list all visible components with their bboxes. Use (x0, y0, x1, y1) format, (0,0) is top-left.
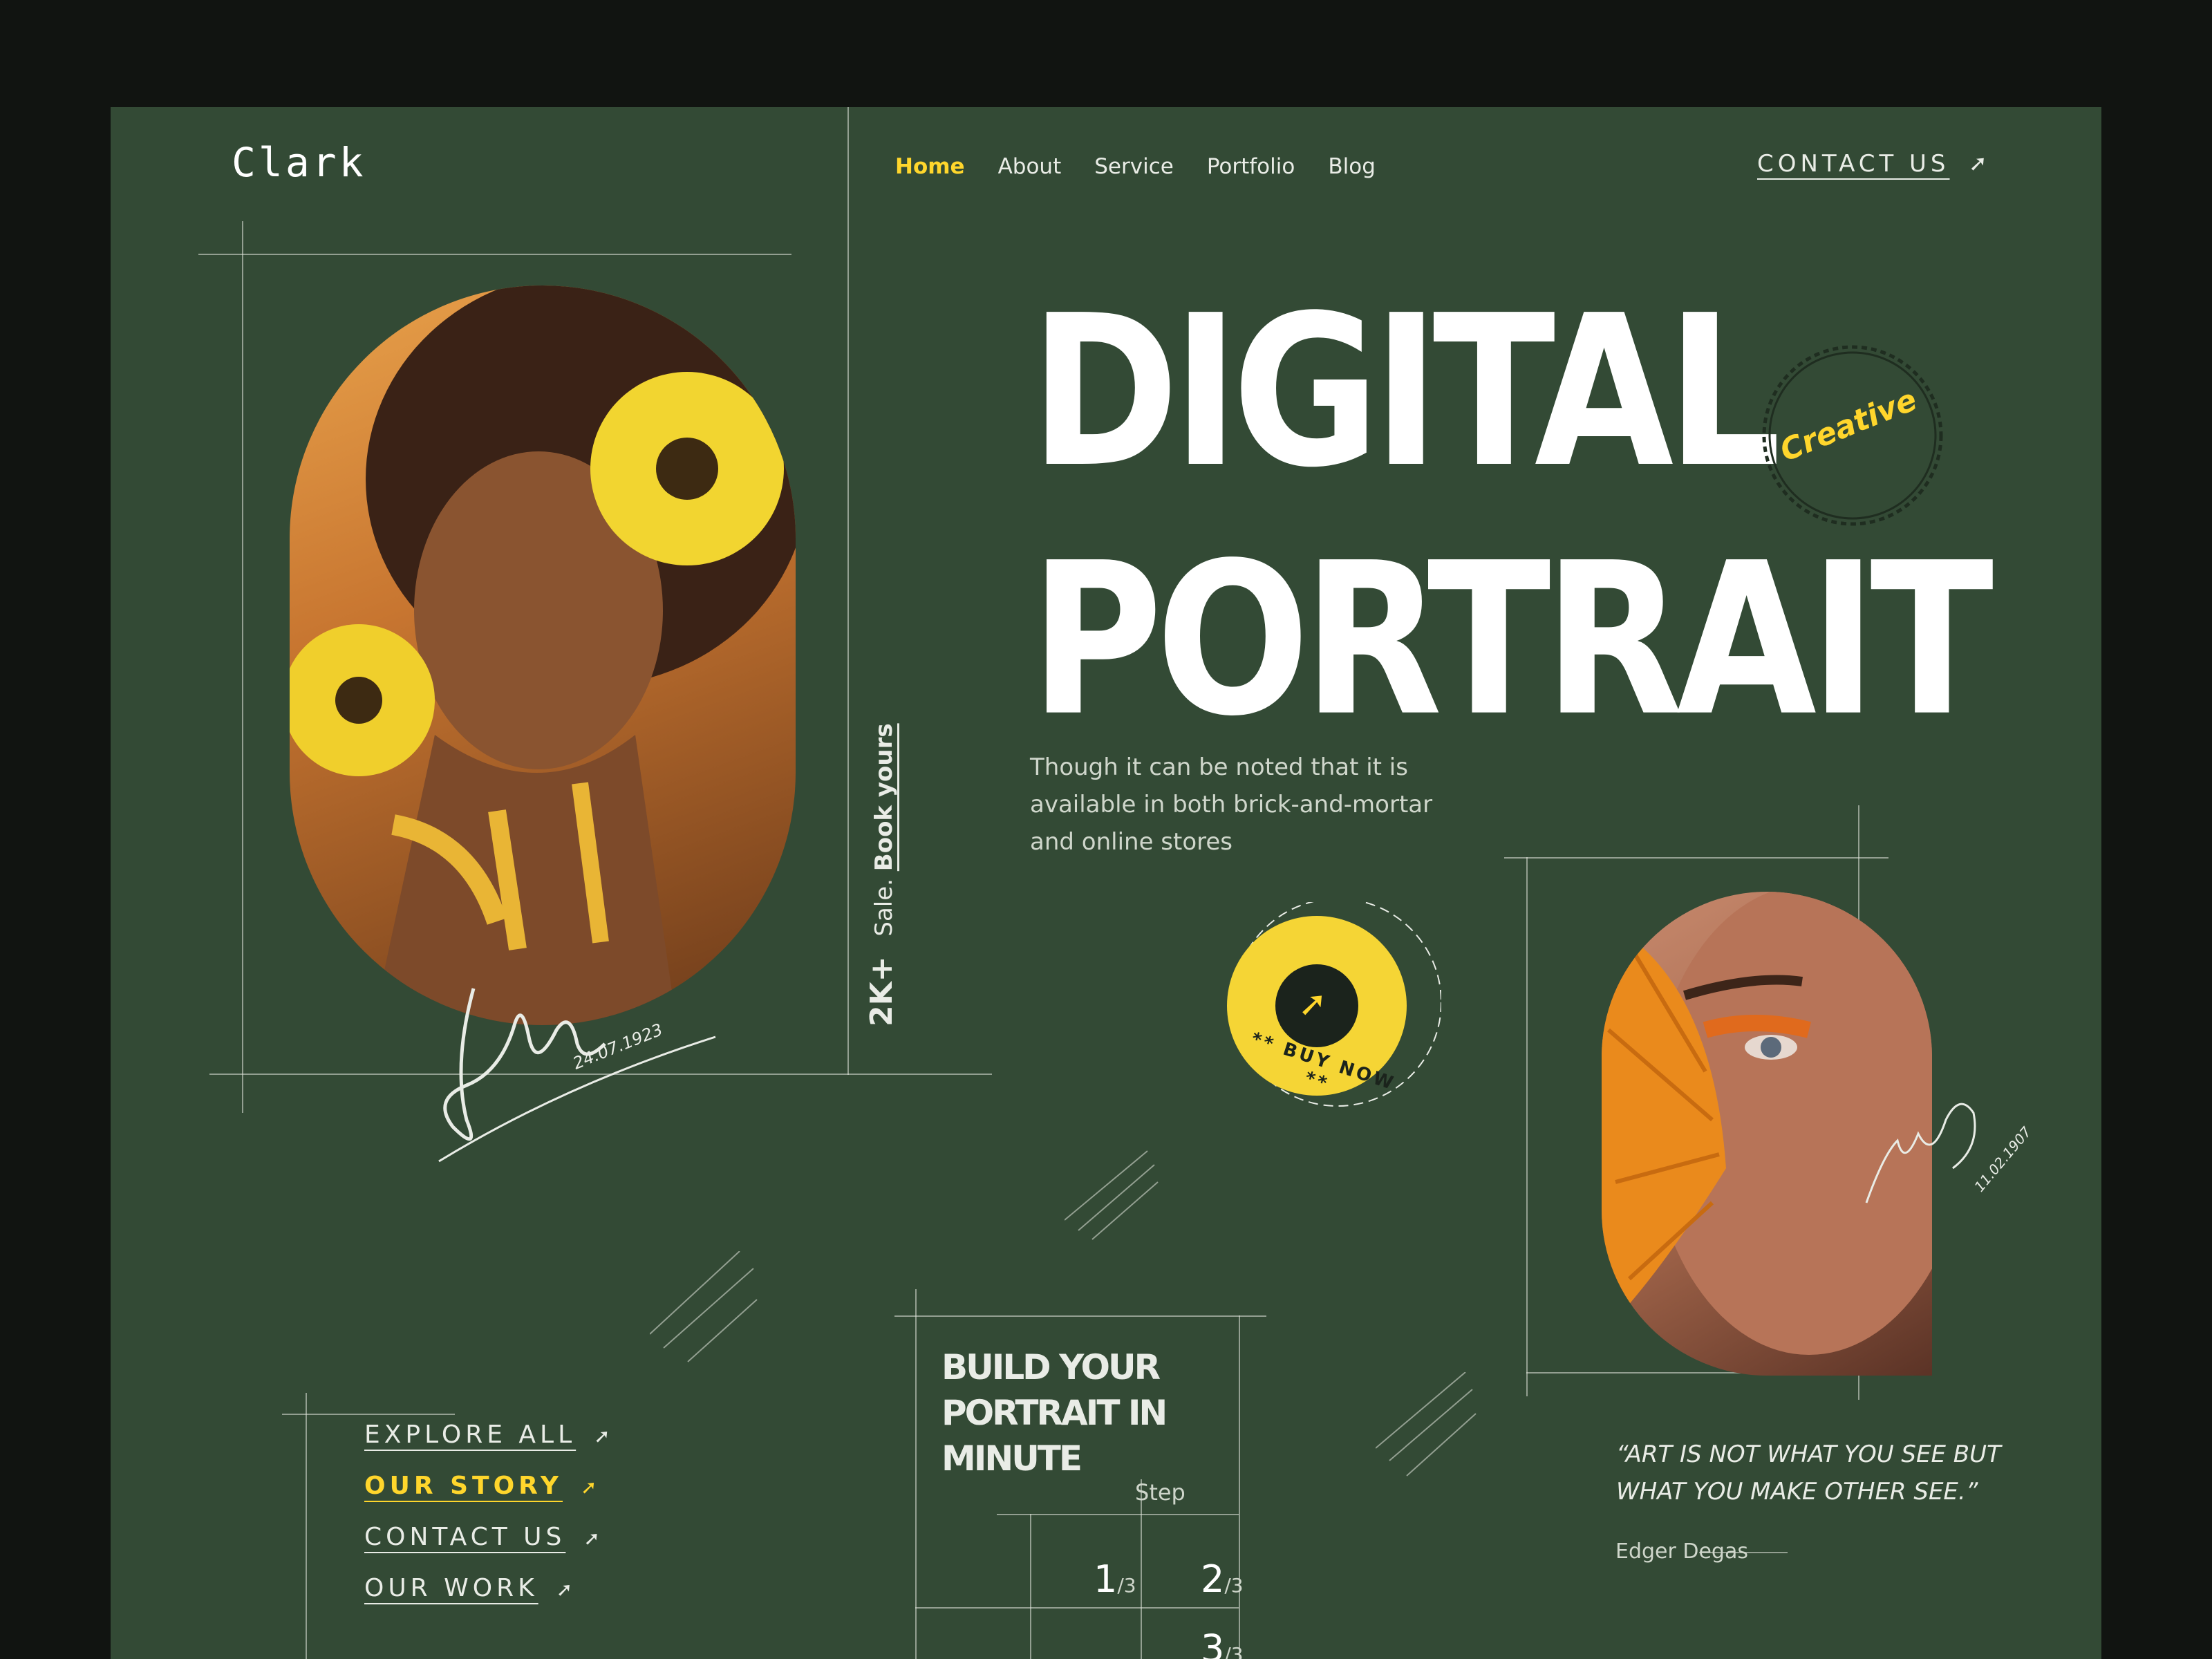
sale-vertical-text: 2K+ Sale. Book yours (864, 723, 899, 1027)
step-3-number: 3 (1201, 1627, 1225, 1659)
landing-page: Clark Home About Service Portfolio Blog … (111, 107, 2101, 1659)
guide-line (915, 1289, 917, 1659)
step-grid-line (997, 1514, 1239, 1515)
quote-author: Edger Degas (1615, 1539, 1748, 1564)
book-yours-link[interactable]: Book yours (870, 723, 898, 871)
arrow-up-right-icon: ➚ (583, 1527, 604, 1550)
hero-description: Though it can be noted that it is availa… (1030, 753, 1433, 856)
nav-item-blog[interactable]: Blog (1328, 154, 1376, 179)
our-work-label: OUR WORK (364, 1574, 538, 1602)
contact-us-label: CONTACT US (1757, 150, 1950, 178)
contact-us-bottom-label: CONTACT US (364, 1523, 566, 1551)
step-1-total: /3 (1117, 1574, 1136, 1597)
hatch-lines (1376, 1372, 1477, 1477)
guide-line (1239, 1315, 1240, 1659)
arrow-up-right-icon: ➚ (556, 1578, 577, 1601)
side-links: EXPLORE ALL ➚ OUR STORY ➚ CONTACT US ➚ OUR … (364, 1421, 615, 1625)
guide-line (242, 221, 243, 1113)
our-story-label: OUR STORY (364, 1472, 563, 1500)
step-grid-line (1141, 1479, 1142, 1659)
step-2-total: /3 (1224, 1574, 1244, 1597)
sale-label: Sale. (870, 879, 898, 937)
step-grid-line (1030, 1514, 1031, 1659)
sunflower-2 (290, 624, 435, 776)
step-3-total: /3 (1224, 1643, 1244, 1659)
step-2[interactable]: 2/3 (1201, 1557, 1244, 1601)
nav-item-service[interactable]: Service (1094, 154, 1174, 179)
hero-title-line2: PORTRAIT (1030, 517, 1994, 762)
step-2-number: 2 (1201, 1557, 1225, 1601)
guide-line (894, 1315, 1266, 1317)
guide-line (306, 1393, 307, 1659)
brand-logo[interactable]: Clark (232, 139, 366, 186)
sale-count: 2K+ (864, 956, 899, 1027)
our-work-link[interactable]: OUR WORK ➚ (364, 1574, 615, 1607)
nav-item-portfolio[interactable]: Portfolio (1207, 154, 1295, 179)
our-story-link[interactable]: OUR STORY ➚ (364, 1472, 615, 1505)
arrow-up-right-icon: ➚ (1298, 984, 1327, 1024)
explore-all-label: EXPLORE ALL (364, 1421, 577, 1449)
step-3[interactable]: 3/3 (1201, 1627, 1244, 1659)
hatch-lines (1065, 1150, 1159, 1240)
buy-now-button[interactable]: ➚ ** BUY NOW ** (1220, 898, 1442, 1123)
arrow-up-right-icon: ➚ (581, 1476, 601, 1499)
contact-us-link[interactable]: CONTACT US (1757, 150, 1950, 178)
creative-badge: Creative (1749, 332, 1956, 539)
build-title: BUILD YOUR PORTRAIT IN MINUTE (941, 1347, 1168, 1479)
step-1[interactable]: 1/3 (1094, 1557, 1136, 1601)
contact-us-link-bottom[interactable]: CONTACT US ➚ (364, 1523, 615, 1556)
nav-item-home[interactable]: Home (895, 154, 965, 179)
guide-line (282, 1414, 455, 1415)
arrow-up-right-icon: ➚ (594, 1425, 615, 1447)
quote-text: “ART IS NOT WHAT YOU SEE BUT WHAT YOU MA… (1616, 1441, 2001, 1506)
guide-line (1526, 857, 1528, 1396)
guide-line (1504, 857, 1888, 859)
step-grid-line (915, 1607, 1239, 1609)
guide-line (198, 254, 791, 255)
hatch-lines (650, 1251, 758, 1362)
nav-item-about[interactable]: About (998, 154, 1062, 179)
explore-all-link[interactable]: EXPLORE ALL ➚ (364, 1421, 615, 1454)
arrow-up-right-icon: ➚ (1969, 150, 1987, 176)
portrait-image-woman-sunflowers (290, 285, 796, 1025)
step-label: Step (1135, 1479, 1185, 1506)
guide-line (847, 107, 849, 1075)
signature-right (1865, 1103, 1976, 1203)
sunflower-1 (590, 372, 784, 565)
main-nav: Home About Service Portfolio Blog (895, 154, 1376, 179)
step-1-number: 1 (1094, 1557, 1118, 1601)
